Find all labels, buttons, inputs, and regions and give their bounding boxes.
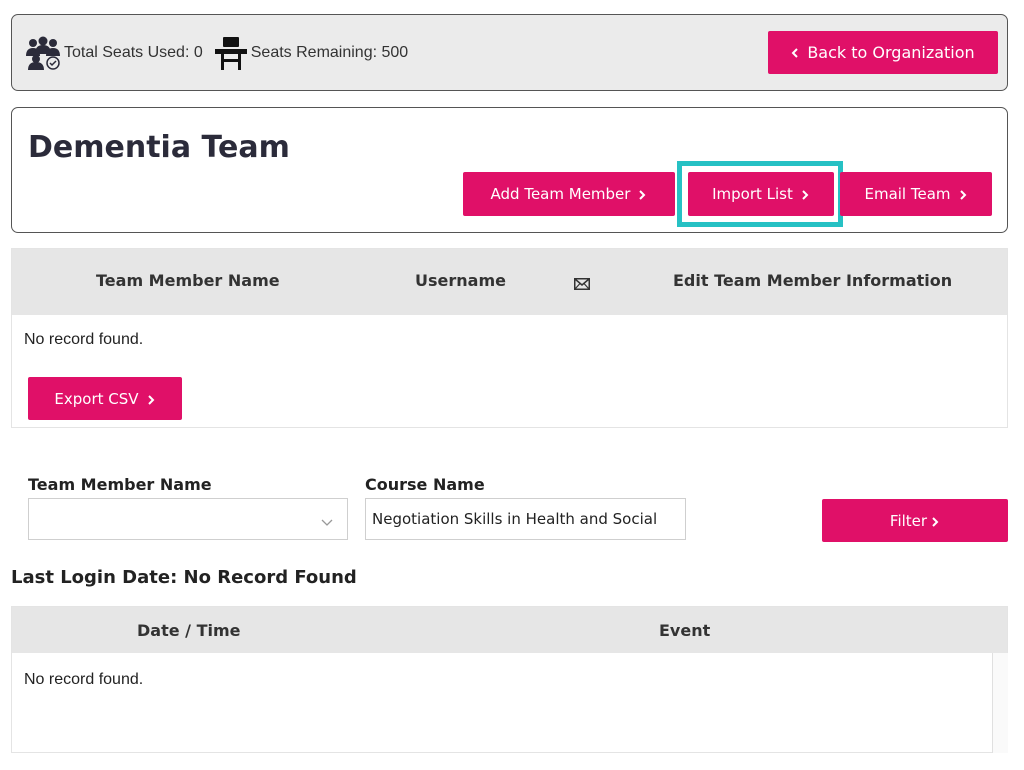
chevron-down-icon <box>321 514 333 532</box>
column-username: Username <box>415 271 506 290</box>
chevron-left-icon <box>791 47 799 58</box>
seats-bar: Total Seats Used: 0 Seats Remaining: 500… <box>11 14 1008 91</box>
login-table-header: Date / Time Event <box>12 607 1007 653</box>
chevron-right-icon <box>932 516 940 527</box>
seats-remaining-label: Seats Remaining: 500 <box>250 44 409 61</box>
course-name-input[interactable]: Negotiation Skills in Health and Social <box>365 498 686 540</box>
team-title: Dementia Team <box>28 130 290 165</box>
column-edit-team-member: Edit Team Member Information <box>673 271 953 290</box>
seats-used-label: Total Seats Used: 0 <box>64 44 203 61</box>
filter-button[interactable]: Filter <box>822 499 1008 542</box>
last-login-heading: Last Login Date: No Record Found <box>11 567 357 588</box>
member-filter-label: Team Member Name <box>28 475 212 494</box>
login-table-scrollbar[interactable] <box>992 653 1008 753</box>
team-panel: Dementia Team Add Team Member Import Lis… <box>11 107 1008 233</box>
course-filter-label: Course Name <box>365 475 485 494</box>
chair-icon <box>213 35 249 71</box>
import-label: Import List <box>712 185 793 203</box>
login-empty-text: No record found. <box>24 671 144 688</box>
back-label: Back to Organization <box>807 43 975 62</box>
email-team-button[interactable]: Email Team <box>840 172 992 216</box>
add-label: Add Team Member <box>490 185 631 203</box>
column-event: Event <box>659 621 711 640</box>
column-team-member-name: Team Member Name <box>96 271 280 290</box>
chevron-right-icon <box>959 190 968 200</box>
members-empty-text: No record found. <box>24 331 144 348</box>
team-check-icon <box>24 36 62 70</box>
filter-label: Filter <box>889 511 928 530</box>
chevron-right-icon <box>639 190 647 200</box>
chevron-right-icon <box>802 190 810 200</box>
email-label: Email Team <box>864 185 951 203</box>
export-csv-button[interactable]: Export CSV <box>28 377 182 420</box>
team-member-select[interactable] <box>28 498 348 540</box>
members-table: Team Member Name Username Edit Team Memb… <box>11 248 1008 428</box>
export-label: Export CSV <box>54 389 139 408</box>
envelope-icon <box>574 275 590 294</box>
back-to-organization-button[interactable]: Back to Organization <box>768 31 998 74</box>
members-table-header: Team Member Name Username Edit Team Memb… <box>12 249 1007 315</box>
column-date-time: Date / Time <box>137 621 241 640</box>
add-team-member-button[interactable]: Add Team Member <box>463 172 675 216</box>
import-list-button[interactable]: Import List <box>688 172 834 216</box>
login-table: Date / Time Event No record found. <box>11 606 1008 753</box>
chevron-right-icon <box>147 394 156 405</box>
seats-info: Total Seats Used: 0 Seats Remaining: 500 <box>24 35 408 71</box>
